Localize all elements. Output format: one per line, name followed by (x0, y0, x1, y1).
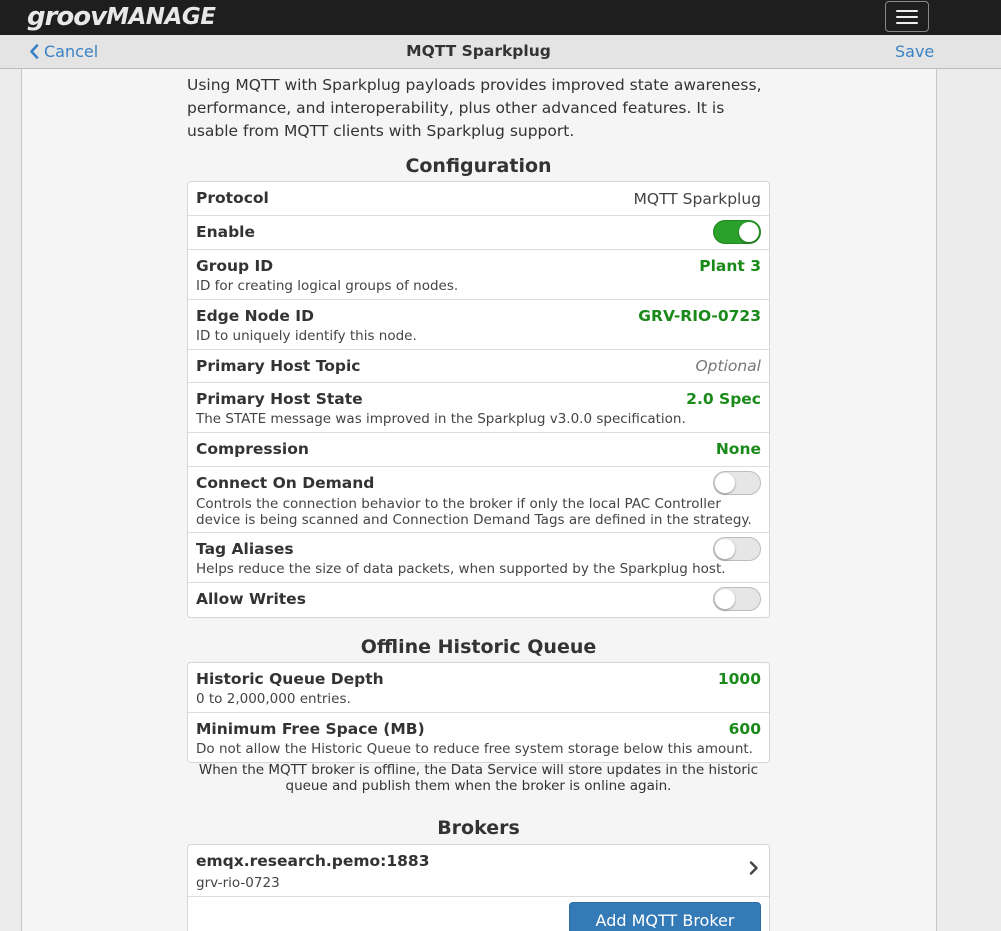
configuration-card: Protocol MQTT Sparkplug Enable Group ID … (187, 181, 770, 618)
protocol-label: Protocol (196, 189, 269, 207)
hamburger-menu-button[interactable] (885, 1, 929, 32)
primary-host-state-value: 2.0 Spec (686, 390, 761, 408)
group-id-value: Plant 3 (699, 257, 761, 275)
historic-queue-note: When the MQTT broker is offline, the Dat… (198, 762, 759, 794)
offline-queue-card: Historic Queue Depth 1000 0 to 2,000,000… (187, 662, 770, 763)
groov-manage-logo[interactable]: groov MANAGE (27, 2, 216, 32)
tag-aliases-row: Tag Aliases Helps reduce the size of dat… (188, 533, 769, 583)
tag-aliases-description: Helps reduce the size of data packets, w… (196, 561, 726, 577)
enable-row: Enable (188, 216, 769, 250)
minimum-free-space-row[interactable]: Minimum Free Space (MB) 600 Do not allow… (188, 713, 769, 762)
broker-host: emqx.research.pemo:1883 (196, 852, 430, 870)
brokers-card: emqx.research.pemo:1883 grv-rio-0723 Add… (187, 844, 770, 931)
minimum-free-space-description: Do not allow the Historic Queue to reduc… (196, 741, 753, 757)
compression-label: Compression (196, 440, 309, 458)
allow-writes-row: Allow Writes (188, 583, 769, 617)
offline-historic-queue-title: Offline Historic Queue (360, 636, 597, 658)
historic-queue-depth-row[interactable]: Historic Queue Depth 1000 0 to 2,000,000… (188, 663, 769, 713)
connect-on-demand-row: Connect On Demand Controls the connectio… (188, 467, 769, 533)
group-id-description: ID for creating logical groups of nodes. (196, 278, 459, 294)
compression-row[interactable]: Compression None (188, 433, 769, 467)
minimum-free-space-label: Minimum Free Space (MB) (196, 720, 425, 738)
logo-text-manage: MANAGE (106, 4, 216, 30)
primary-host-state-label: Primary Host State (196, 390, 363, 408)
allow-writes-label: Allow Writes (196, 590, 306, 608)
historic-queue-depth-value: 1000 (717, 670, 761, 688)
enable-toggle[interactable] (713, 220, 761, 244)
edge-node-id-value: GRV-RIO-0723 (638, 307, 761, 325)
save-button[interactable]: Save (895, 42, 934, 61)
protocol-value: MQTT Sparkplug (633, 190, 762, 208)
enable-label: Enable (196, 223, 256, 241)
intro-text: Using MQTT with Sparkplug payloads provi… (187, 76, 762, 140)
connect-on-demand-toggle[interactable] (713, 471, 761, 495)
configuration-title: Configuration (405, 155, 552, 177)
historic-queue-depth-description: 0 to 2,000,000 entries. (196, 691, 351, 707)
chevron-right-icon (749, 861, 758, 875)
add-mqtt-broker-button[interactable]: Add MQTT Broker (569, 902, 761, 931)
tag-aliases-toggle[interactable] (713, 537, 761, 561)
primary-host-state-row[interactable]: Primary Host State 2.0 Spec The STATE me… (188, 383, 769, 433)
connect-on-demand-label: Connect On Demand (196, 474, 375, 492)
primary-host-topic-row[interactable]: Primary Host Topic Optional (188, 350, 769, 383)
edge-node-id-label: Edge Node ID (196, 307, 314, 325)
logo-text-groov: groov (27, 2, 107, 32)
allow-writes-toggle[interactable] (713, 587, 761, 611)
connect-on-demand-description: Controls the connection behavior to the … (196, 496, 752, 528)
tag-aliases-label: Tag Aliases (196, 540, 294, 558)
protocol-row[interactable]: Protocol MQTT Sparkplug (188, 182, 769, 216)
primary-host-state-description: The STATE message was improved in the Sp… (196, 411, 686, 427)
group-id-row[interactable]: Group ID Plant 3 ID for creating logical… (188, 250, 769, 300)
group-id-label: Group ID (196, 257, 274, 275)
broker-item[interactable]: emqx.research.pemo:1883 grv-rio-0723 (188, 845, 769, 897)
page-title: MQTT Sparkplug (406, 42, 551, 60)
brokers-title: Brokers (437, 817, 520, 839)
app-header: groov MANAGE (0, 0, 1001, 35)
historic-queue-depth-label: Historic Queue Depth (196, 670, 384, 688)
primary-host-topic-label: Primary Host Topic (196, 357, 361, 375)
primary-host-topic-value: Optional (695, 357, 761, 375)
compression-value: None (715, 440, 761, 458)
minimum-free-space-value: 600 (728, 720, 761, 738)
edge-node-id-row[interactable]: Edge Node ID GRV-RIO-0723 ID to uniquely… (188, 300, 769, 350)
broker-client-id: grv-rio-0723 (196, 875, 280, 891)
page-navbar: Cancel MQTT Sparkplug Save (0, 35, 1001, 69)
hamburger-icon (896, 9, 918, 12)
edge-node-id-description: ID to uniquely identify this node. (196, 328, 417, 344)
